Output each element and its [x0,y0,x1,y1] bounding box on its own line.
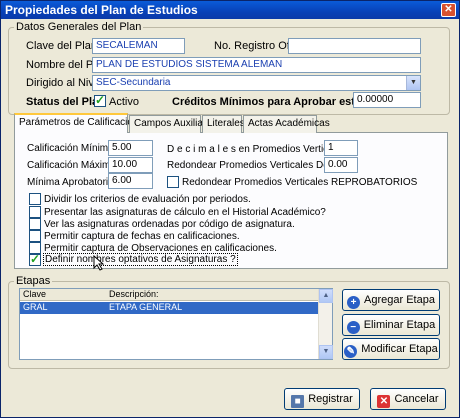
cal-minima-label: Calificación Mínima [27,143,114,154]
min-aprob-label: Mínima Aprobatoria [27,177,114,188]
eliminar-label: Eliminar Etapa [363,319,436,331]
eliminar-etapa-button[interactable]: − Eliminar Etapa [342,314,440,336]
option-label-4: Permitir captura de fechas en calificaci… [44,231,240,242]
title-bar: Propiedades del Plan de Estudios ✕ [1,1,459,19]
option-checkbox-4[interactable] [29,230,41,242]
min-aprob-input[interactable]: 6.00 [108,173,153,189]
registro-input[interactable] [288,38,421,54]
list-scrollbar[interactable]: ▲ ▼ [318,289,333,359]
cancelar-label: Cancelar [394,393,439,405]
option-checkbox-2[interactable] [29,206,41,218]
scroll-down-icon[interactable]: ▼ [319,345,333,359]
tab-actas-academicas[interactable]: Actas Académicas [243,115,330,133]
edit-icon: ✎ [344,345,358,358]
activo-checkbox[interactable] [94,93,106,107]
window-title: Propiedades del Plan de Estudios [5,3,198,17]
row-descripcion: ETAPA GENERAL [109,302,183,312]
dirigido-select[interactable]: SEC-Secundaria ▼ [92,75,421,91]
tab-parametros[interactable]: Parámetros de Calificaciones [14,113,149,133]
column-clave[interactable]: Clave [23,289,46,299]
etapas-legend: Etapas [14,275,53,287]
option-label-2: Presentar las asignaturas de cálculo en … [44,207,326,218]
redondear-input[interactable]: 0.00 [324,157,358,173]
cancelar-button[interactable]: ✕ Cancelar [370,388,446,410]
cal-maxima-label: Calificación Máxima [27,160,116,171]
chevron-down-icon[interactable]: ▼ [406,76,420,90]
modificar-etapa-button[interactable]: ✎ Modificar Etapa [342,338,440,360]
column-descripcion[interactable]: Descripción: [109,289,159,299]
option-checkbox-6[interactable] [29,252,41,266]
option-checkbox-1[interactable] [29,193,41,205]
tab-literales[interactable]: Literales [202,115,245,133]
etapas-list-header: Clave Descripción: [20,289,318,301]
cal-minima-input[interactable]: 5.00 [108,140,153,156]
redondear-label: Redondear Promedios Verticales Desde [167,160,345,171]
agregar-etapa-button[interactable]: + Agregar Etapa [342,289,440,311]
tab-campos-auxiliares[interactable]: Campos Auxiliares [129,115,217,133]
activo-label: Activo [109,96,139,108]
decimales-input[interactable]: 1 [324,140,358,156]
row-clave: GRAL [23,302,48,312]
creditos-input[interactable]: 0.00000 [353,92,421,108]
cal-maxima-input[interactable]: 10.00 [108,157,153,173]
datos-generales-legend: Datos Generales del Plan [14,21,144,33]
option-label-6: Definir nombres optativos de Asignaturas… [43,253,238,266]
minus-icon: − [346,321,360,334]
modificar-label: Modificar Etapa [361,343,438,355]
save-icon: ■ [291,395,305,408]
option-label-1: Dividir los criterios de evaluación por … [44,194,251,205]
table-row[interactable]: GRAL ETAPA GENERAL [20,302,318,314]
mouse-cursor-icon [93,255,105,271]
etapas-list[interactable]: Clave Descripción: GRAL ETAPA GENERAL ▲ … [19,288,333,360]
option-label-3: Ver las asignaturas ordenadas por código… [44,219,295,230]
clave-label: Clave del Plan [26,40,97,52]
dialog-window: Propiedades del Plan de Estudios ✕ Datos… [0,0,460,418]
registrar-button[interactable]: ■ Registrar [284,388,360,410]
cancel-icon: ✕ [377,395,391,408]
dirigido-value: SEC-Secundaria [96,77,171,88]
redondear-reprob-label: Redondear Promedios Verticales REPROBATO… [182,177,418,188]
option-checkbox-3[interactable] [29,218,41,230]
decimales-label: D e c i m a l e s en Promedios Verticale… [167,144,347,155]
nombre-input[interactable]: PLAN DE ESTUDIOS SISTEMA ALEMAN [92,57,421,73]
dirigido-label: Dirigido al Nivel [26,77,103,89]
scroll-up-icon[interactable]: ▲ [319,289,333,303]
plus-icon: + [347,296,361,309]
agregar-label: Agregar Etapa [364,294,435,306]
close-button[interactable]: ✕ [441,3,456,17]
redondear-reprob-checkbox[interactable] [167,176,179,188]
registrar-label: Registrar [308,393,353,405]
clave-input[interactable]: SECALEMAN [92,38,185,54]
